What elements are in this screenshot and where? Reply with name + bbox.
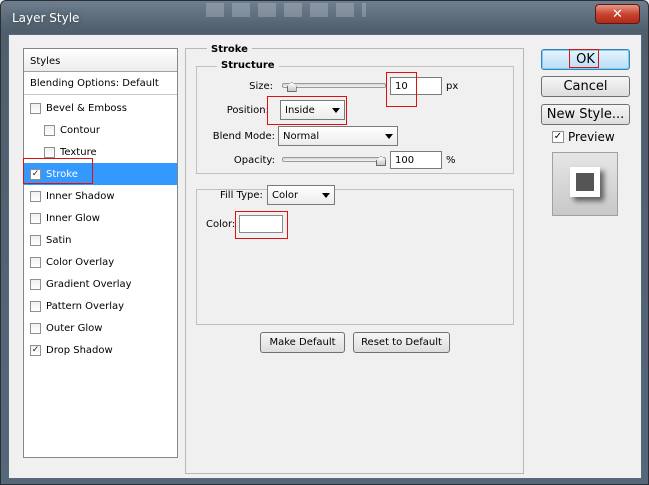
color-highlight-box [235,211,288,239]
ok-highlight-box [569,49,599,68]
color-label: Color: [206,219,236,230]
cancel-button[interactable]: Cancel [541,76,630,97]
size-label: Size: [249,81,273,92]
style-item-satin[interactable]: Satin [24,229,177,251]
style-item-label: Inner Glow [46,212,100,224]
fill-type-label: Fill Type: [216,190,267,201]
outer-glow-checkbox[interactable] [30,322,41,334]
styles-header[interactable]: Styles [24,49,177,72]
preview-stroke-sample [570,167,600,197]
inner-shadow-checkbox[interactable] [30,190,41,202]
style-preview-thumbnail [552,152,618,216]
fill-type-value: Color [272,190,299,201]
pattern-overlay-checkbox[interactable] [30,300,41,312]
style-item-label: Pattern Overlay [46,300,125,312]
dialog-client-area: Styles Blending Options: Default Bevel &… [8,34,642,479]
styles-list-panel: Styles Blending Options: Default Bevel &… [23,48,178,458]
color-overlay-checkbox[interactable] [30,256,41,268]
gradient-overlay-checkbox[interactable] [30,278,41,290]
blending-options-item[interactable]: Blending Options: Default [24,73,177,95]
position-highlight-box [267,96,347,125]
preview-toggle[interactable]: ✓ Preview [552,130,615,144]
style-item-contour[interactable]: Contour [24,119,177,141]
style-item-drop-shadow[interactable]: ✓ Drop Shadow [24,339,177,361]
layer-style-window: Layer Style ✕ Styles Blending Options: D… [0,0,649,485]
inner-glow-checkbox[interactable] [30,212,41,224]
blend-mode-dropdown[interactable]: Normal [278,126,398,146]
satin-checkbox[interactable] [30,234,41,246]
style-item-label: Outer Glow [46,322,103,334]
blend-mode-label: Blend Mode: [212,131,275,142]
style-item-label: Satin [46,234,72,246]
style-item-pattern-overlay[interactable]: Pattern Overlay [24,295,177,317]
style-item-bevel-emboss[interactable]: Bevel & Emboss [24,97,177,119]
bevel-emboss-checkbox[interactable] [30,102,41,114]
size-highlight-box [386,72,417,107]
contour-checkbox[interactable] [44,124,55,136]
texture-checkbox[interactable] [44,146,55,158]
style-item-label: Contour [60,124,100,136]
window-title: Layer Style [12,11,80,25]
size-unit: px [446,81,459,92]
preview-fill-sample [576,173,594,191]
title-bar[interactable]: Layer Style ✕ [1,1,648,35]
chevron-down-icon [385,134,393,139]
title-bar-background-decoration [206,3,366,17]
close-icon: ✕ [612,6,623,22]
preview-checkbox[interactable]: ✓ [552,131,564,143]
new-style-button[interactable]: New Style... [541,104,630,125]
style-item-color-overlay[interactable]: Color Overlay [24,251,177,273]
style-item-inner-glow[interactable]: Inner Glow [24,207,177,229]
size-slider-track[interactable] [282,83,386,88]
structure-group-title: Structure [217,60,279,71]
opacity-input[interactable]: 100 [390,151,442,169]
style-item-label: Texture [60,146,97,158]
style-item-outer-glow[interactable]: Outer Glow [24,317,177,339]
style-item-label: Bevel & Emboss [46,102,127,114]
fill-type-group-box [196,189,514,325]
stroke-highlight-box [23,158,93,184]
stroke-group-title: Stroke [207,44,252,55]
preview-label: Preview [568,130,615,144]
style-item-gradient-overlay[interactable]: Gradient Overlay [24,273,177,295]
opacity-label: Opacity: [233,155,275,166]
close-button[interactable]: ✕ [595,4,640,24]
blend-mode-value: Normal [283,131,320,142]
drop-shadow-checkbox[interactable]: ✓ [30,344,41,356]
style-item-label: Inner Shadow [46,190,115,202]
position-label: Position: [226,105,269,116]
style-item-label: Drop Shadow [46,344,113,356]
chevron-down-icon [322,193,330,198]
opacity-unit: % [446,155,456,166]
style-item-inner-shadow[interactable]: Inner Shadow [24,185,177,207]
reset-to-default-button[interactable]: Reset to Default [353,332,450,353]
style-item-label: Color Overlay [46,256,115,268]
make-default-button[interactable]: Make Default [260,332,345,353]
opacity-slider-track[interactable] [282,157,386,162]
fill-type-dropdown[interactable]: Color [267,185,335,205]
style-item-label: Gradient Overlay [46,278,132,290]
